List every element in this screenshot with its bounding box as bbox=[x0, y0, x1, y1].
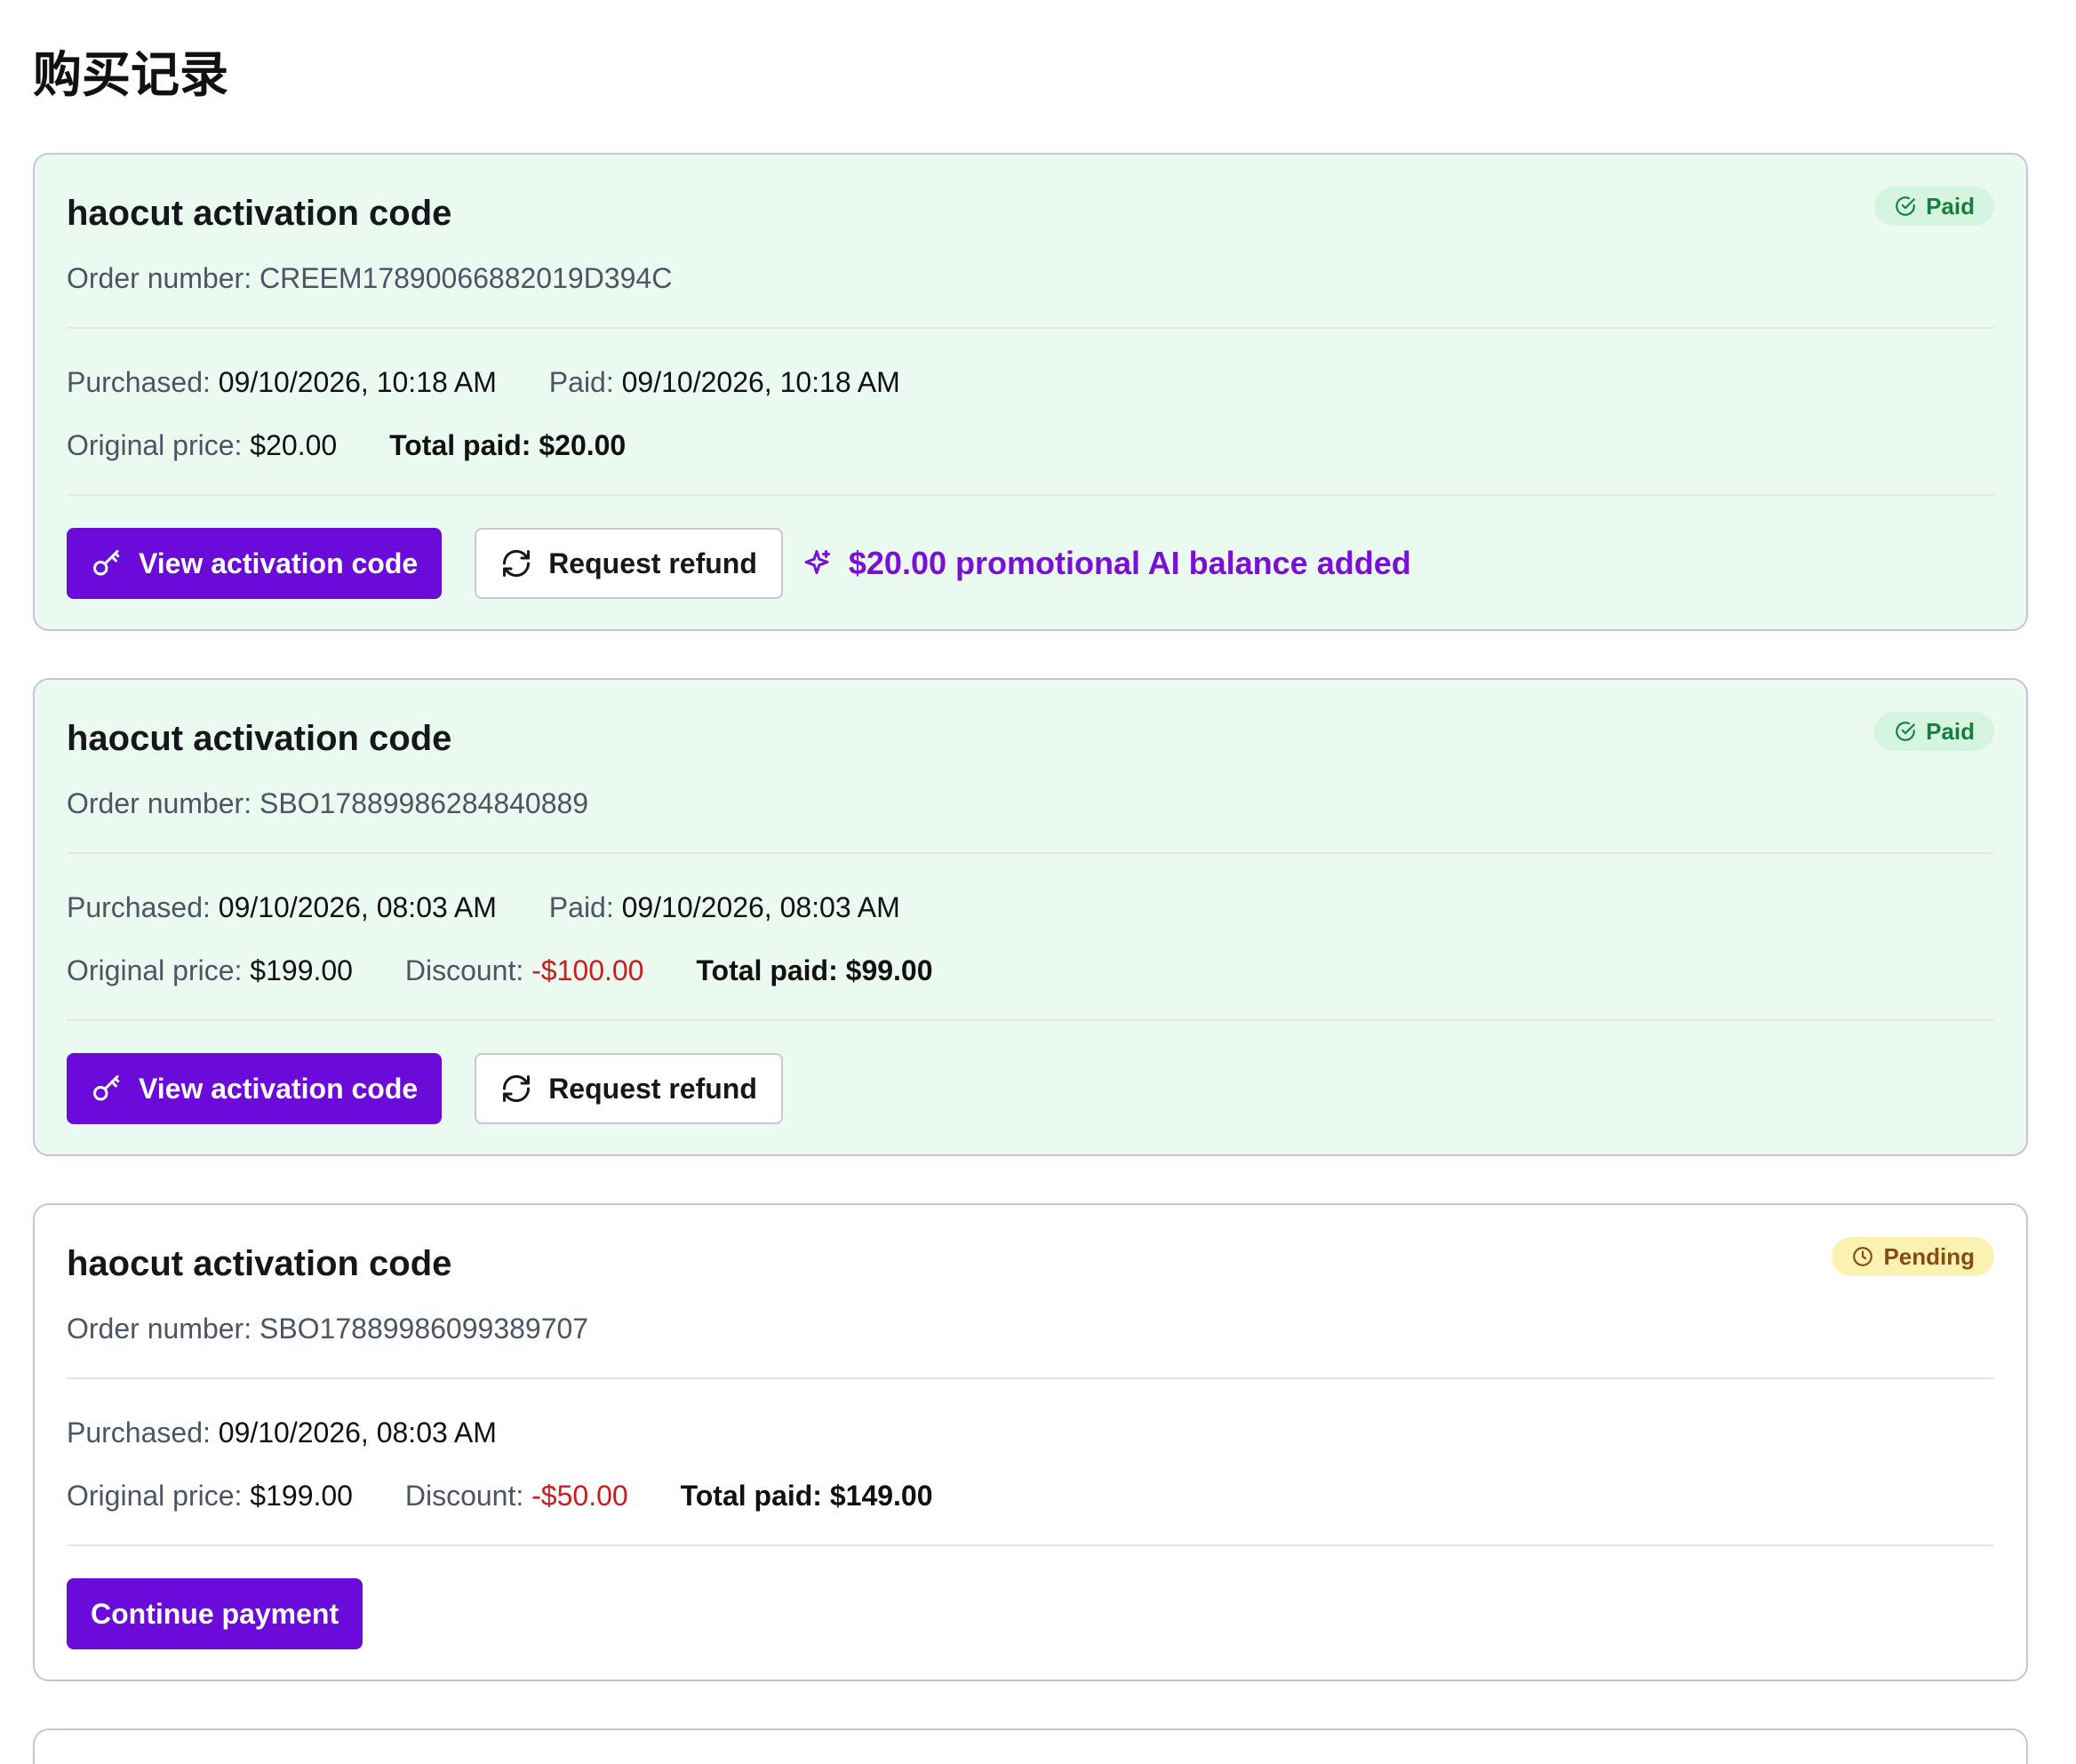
order-number: Order number: CREEM17890066882019D394C bbox=[67, 262, 673, 294]
discount: Discount: -$100.00 bbox=[405, 952, 644, 989]
price-row: Original price: $20.00 Total paid: $20.0… bbox=[67, 427, 670, 464]
original-price-value: $20.00 bbox=[250, 429, 338, 461]
paid-date: Paid: 09/10/2026, 10:18 AM bbox=[549, 363, 900, 401]
divider bbox=[67, 1544, 1994, 1546]
discount-value: -$50.00 bbox=[531, 1480, 628, 1512]
view-activation-code-button[interactable]: View activation code bbox=[67, 1053, 443, 1124]
original-price-label: Original price: bbox=[67, 954, 243, 986]
total-paid-label: Total paid: bbox=[696, 954, 838, 986]
status-badge: Pending bbox=[1832, 1237, 1994, 1276]
key-icon bbox=[91, 1073, 123, 1105]
view-activation-code-label: View activation code bbox=[139, 547, 419, 579]
request-refund-button[interactable]: Request refund bbox=[475, 1053, 783, 1124]
total-paid: Total paid: $149.00 bbox=[681, 1477, 933, 1514]
total-paid-label: Total paid: bbox=[389, 429, 531, 461]
divider bbox=[67, 1377, 1994, 1379]
order-actions: View activation code Request refund $20.… bbox=[67, 528, 1411, 599]
purchased-label: Purchased: bbox=[67, 891, 211, 923]
order-card-partial bbox=[33, 1728, 2028, 1764]
price-row: Original price: $199.00 Discount: -$100.… bbox=[67, 952, 978, 989]
promo-balance-notice: $20.00 promotional AI balance added bbox=[801, 545, 1411, 582]
continue-payment-button[interactable]: Continue payment bbox=[67, 1578, 363, 1649]
dates-row: Purchased: 09/10/2026, 10:18 AM Paid: 09… bbox=[67, 363, 945, 401]
dates-row: Purchased: 09/10/2026, 08:03 AM bbox=[67, 1414, 541, 1451]
divider bbox=[67, 327, 1994, 329]
view-activation-code-label: View activation code bbox=[139, 1072, 419, 1105]
purchased-date: Purchased: 09/10/2026, 08:03 AM bbox=[67, 1414, 497, 1451]
original-price-value: $199.00 bbox=[250, 1480, 353, 1512]
page-title: 购买记录 bbox=[33, 46, 229, 103]
purchased-value: 09/10/2026, 10:18 AM bbox=[218, 366, 497, 398]
view-activation-code-button[interactable]: View activation code bbox=[67, 528, 443, 599]
total-paid-value: $99.00 bbox=[845, 954, 933, 986]
check-circle-icon bbox=[1894, 720, 1917, 743]
order-number: Order number: SBO17889986099389707 bbox=[67, 1313, 589, 1345]
divider bbox=[67, 1019, 1994, 1021]
sparkle-icon bbox=[801, 547, 833, 579]
order-actions: View activation code Request refund bbox=[67, 1053, 783, 1124]
discount-value: -$100.00 bbox=[531, 954, 644, 986]
price-row: Original price: $199.00 Discount: -$50.0… bbox=[67, 1477, 978, 1514]
original-price-label: Original price: bbox=[67, 1480, 243, 1512]
paid-label: Paid: bbox=[548, 366, 614, 398]
purchased-label: Purchased: bbox=[67, 366, 211, 398]
status-badge: Paid bbox=[1874, 187, 1994, 226]
request-refund-label: Request refund bbox=[548, 547, 757, 579]
purchased-date: Purchased: 09/10/2026, 10:18 AM bbox=[67, 363, 497, 401]
total-paid: Total paid: $20.00 bbox=[389, 427, 626, 464]
purchased-value: 09/10/2026, 08:03 AM bbox=[218, 1417, 497, 1449]
total-paid: Total paid: $99.00 bbox=[696, 952, 932, 989]
order-card: Paid haocut activation code Order number… bbox=[33, 153, 2028, 631]
order-title: haocut activation code bbox=[67, 1244, 452, 1283]
total-paid-label: Total paid: bbox=[680, 1480, 822, 1512]
total-paid-value: $149.00 bbox=[829, 1480, 933, 1512]
paid-label: Paid: bbox=[548, 891, 614, 923]
refresh-icon bbox=[500, 1073, 532, 1105]
order-title: haocut activation code bbox=[67, 194, 452, 233]
request-refund-button[interactable]: Request refund bbox=[475, 528, 783, 599]
paid-value: 09/10/2026, 08:03 AM bbox=[621, 891, 900, 923]
status-badge-label: Paid bbox=[1926, 717, 1975, 745]
paid-value: 09/10/2026, 10:18 AM bbox=[621, 366, 900, 398]
order-actions: Continue payment bbox=[67, 1578, 363, 1649]
check-circle-icon bbox=[1894, 195, 1917, 218]
order-card: Paid haocut activation code Order number… bbox=[33, 678, 2028, 1156]
discount: Discount: -$50.00 bbox=[405, 1477, 628, 1514]
divider bbox=[67, 852, 1994, 854]
dates-row: Purchased: 09/10/2026, 08:03 AM Paid: 09… bbox=[67, 889, 945, 926]
request-refund-label: Request refund bbox=[548, 1072, 757, 1105]
discount-label: Discount: bbox=[404, 954, 524, 986]
original-price-label: Original price: bbox=[67, 429, 243, 461]
original-price: Original price: $199.00 bbox=[67, 952, 353, 989]
refresh-icon bbox=[500, 547, 532, 579]
status-badge-label: Paid bbox=[1926, 192, 1975, 220]
original-price-value: $199.00 bbox=[250, 954, 353, 986]
purchased-value: 09/10/2026, 08:03 AM bbox=[218, 891, 497, 923]
clock-icon bbox=[1851, 1245, 1874, 1268]
promo-balance-text: $20.00 promotional AI balance added bbox=[848, 545, 1411, 581]
order-number: Order number: SBO17889986284840889 bbox=[67, 787, 589, 819]
divider bbox=[67, 494, 1994, 496]
purchased-date: Purchased: 09/10/2026, 08:03 AM bbox=[67, 889, 497, 926]
original-price: Original price: $20.00 bbox=[67, 427, 337, 464]
order-title: haocut activation code bbox=[67, 719, 452, 758]
order-card: Pending haocut activation code Order num… bbox=[33, 1203, 2028, 1681]
order-list: Paid haocut activation code Order number… bbox=[33, 153, 2028, 1764]
key-icon bbox=[91, 547, 123, 579]
paid-date: Paid: 09/10/2026, 08:03 AM bbox=[549, 889, 900, 926]
status-badge-label: Pending bbox=[1883, 1242, 1975, 1270]
discount-label: Discount: bbox=[404, 1480, 524, 1512]
purchased-label: Purchased: bbox=[67, 1417, 211, 1449]
status-badge: Paid bbox=[1874, 712, 1994, 751]
original-price: Original price: $199.00 bbox=[67, 1477, 353, 1514]
total-paid-value: $20.00 bbox=[539, 429, 627, 461]
